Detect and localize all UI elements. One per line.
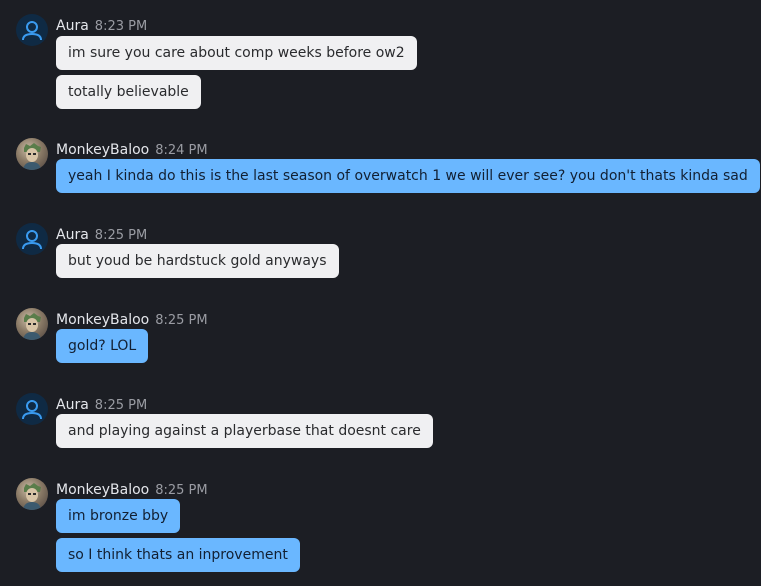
default-user-icon: [22, 400, 42, 420]
user-avatar[interactable]: [16, 478, 48, 510]
message-header: Aura 8:23 PM: [56, 15, 148, 34]
message-header: Aura 8:25 PM: [56, 394, 148, 413]
author-name[interactable]: MonkeyBaloo: [56, 482, 149, 498]
message-bubble[interactable]: yeah I kinda do this is the last season …: [56, 159, 760, 193]
message-bubble[interactable]: im bronze bby: [56, 499, 181, 533]
user-avatar[interactable]: [16, 308, 48, 340]
message-timestamp: 8:25 PM: [94, 398, 148, 413]
author-name[interactable]: Aura: [56, 18, 89, 34]
message-bubble[interactable]: but youd be hardstuck gold anyways: [56, 244, 339, 278]
message-bubble[interactable]: and playing against a playerbase that do…: [56, 414, 433, 448]
default-user-icon: [22, 230, 42, 250]
message-timestamp: 8:25 PM: [155, 313, 208, 328]
message-timestamp: 8:23 PM: [94, 19, 148, 34]
message-header: Aura 8:25 PM: [56, 224, 148, 243]
author-name[interactable]: MonkeyBaloo: [56, 312, 149, 328]
profile-photo-image: [23, 143, 41, 170]
message-bubble[interactable]: im sure you care about comp weeks before…: [56, 36, 417, 70]
user-avatar[interactable]: [16, 223, 48, 255]
message-header: MonkeyBaloo 8:25 PM: [56, 309, 208, 328]
user-avatar[interactable]: [16, 14, 48, 46]
message-header: MonkeyBaloo 8:24 PM: [56, 139, 208, 158]
message-header: MonkeyBaloo 8:25 PM: [56, 479, 208, 498]
message-timestamp: 8:25 PM: [94, 228, 148, 243]
message-bubble[interactable]: totally believable: [56, 75, 201, 109]
message-timestamp: 8:24 PM: [155, 143, 208, 158]
chat-message-list: Aura 8:23 PM im sure you care about comp …: [0, 0, 761, 586]
profile-photo-image: [23, 313, 41, 340]
profile-photo-image: [23, 483, 41, 510]
default-user-icon: [22, 21, 42, 41]
author-name[interactable]: MonkeyBaloo: [56, 142, 149, 158]
message-bubble[interactable]: so I think thats an inprovement: [56, 538, 300, 572]
message-timestamp: 8:25 PM: [155, 483, 208, 498]
author-name[interactable]: Aura: [56, 397, 89, 413]
author-name[interactable]: Aura: [56, 227, 89, 243]
message-bubble[interactable]: gold? LOL: [56, 329, 149, 363]
user-avatar[interactable]: [16, 393, 48, 425]
user-avatar[interactable]: [16, 138, 48, 170]
